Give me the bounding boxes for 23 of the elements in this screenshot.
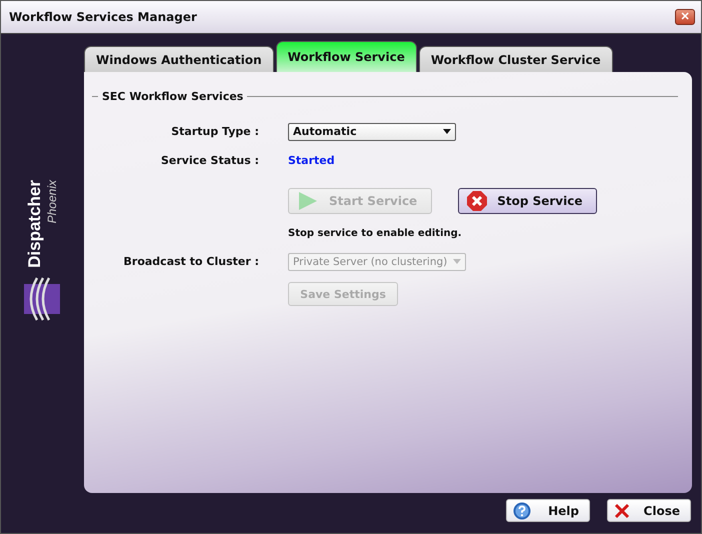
help-button[interactable]: Help [506, 499, 590, 522]
close-icon [614, 502, 630, 518]
logo-icon [21, 276, 63, 322]
group-title: SEC Workflow Services [102, 90, 244, 103]
help-icon [513, 502, 531, 520]
tab[interactable]: Windows Authentication [84, 46, 274, 72]
play-icon [297, 191, 319, 211]
field-label: Service Status : [160, 154, 259, 167]
tab[interactable]: Workflow Service [276, 41, 417, 72]
brand-tagline: Phoenix [45, 180, 59, 224]
field-label: Broadcast to Cluster : [124, 255, 259, 268]
brand-name: Dispatcher [25, 180, 45, 268]
field-label: Startup Type : [171, 125, 259, 138]
hint-text: Stop service to enable editing. [288, 228, 462, 238]
window-title: Workflow Services Manager [9, 10, 197, 24]
dropdown-arrow-icon [453, 259, 462, 264]
close-button[interactable]: Close [607, 499, 691, 522]
tab[interactable]: Workflow Cluster Service [418, 46, 613, 72]
status-value: Started [288, 154, 335, 167]
close-icon [467, 191, 488, 211]
stop-service-button[interactable]: Stop Service [458, 188, 598, 214]
startup-type-dropdown[interactable]: Automatic [288, 122, 456, 140]
dropdown-arrow-icon [443, 129, 451, 134]
